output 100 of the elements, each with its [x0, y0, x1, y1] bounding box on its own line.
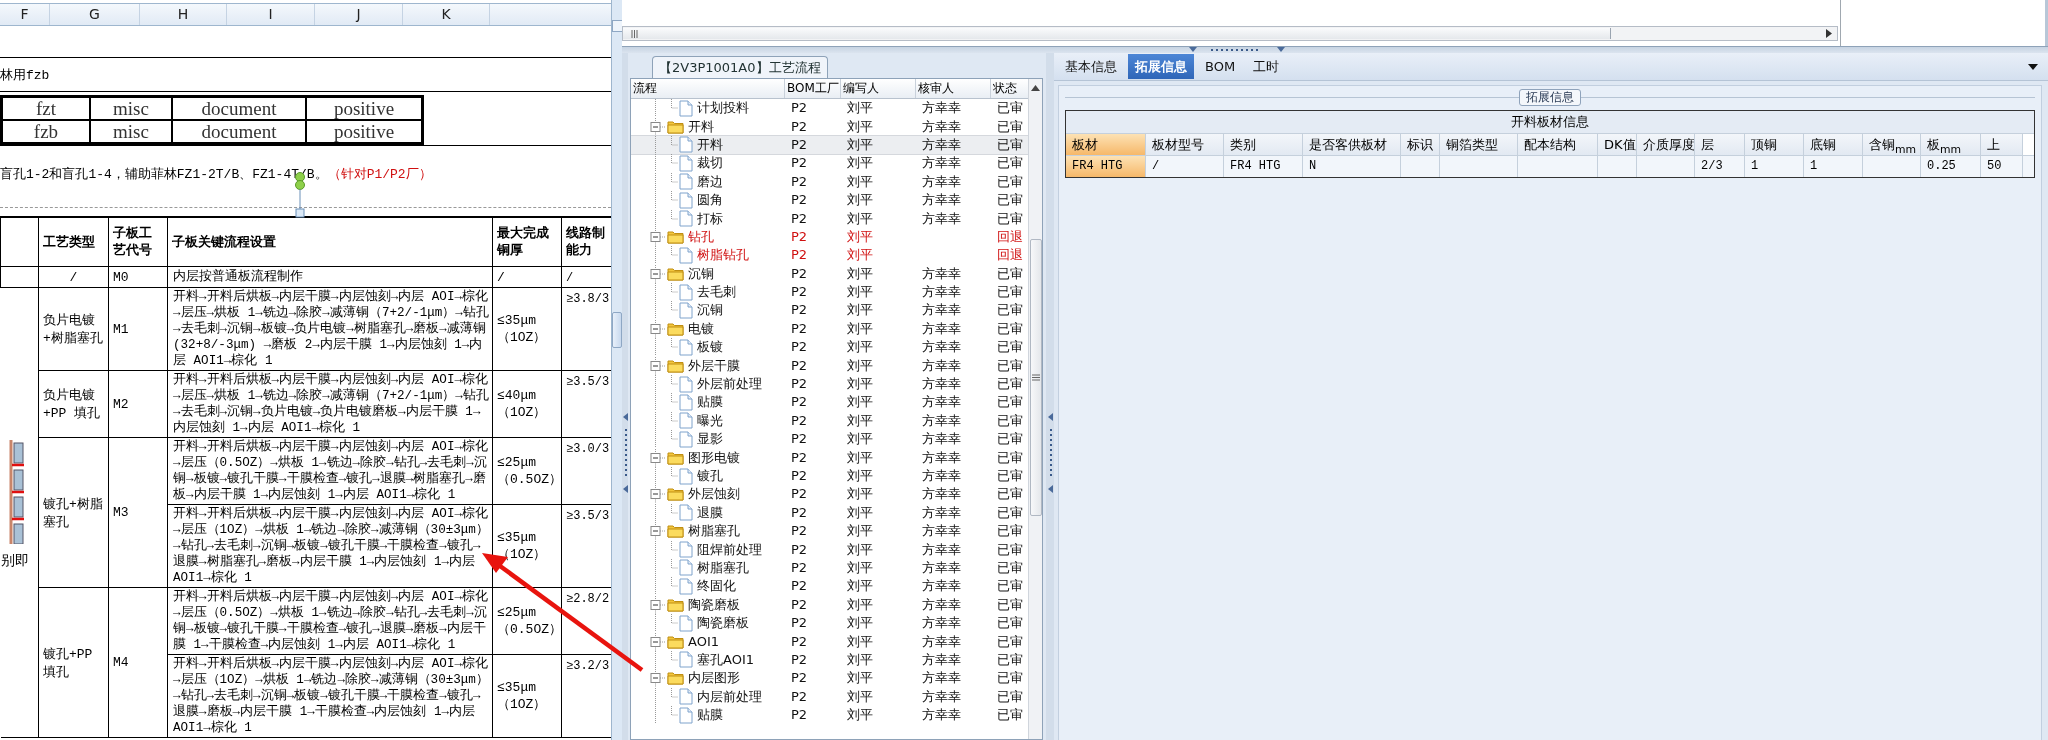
tree-item[interactable]: 内层图形 [688, 669, 740, 688]
column-header[interactable]: K [403, 4, 490, 25]
tree-item[interactable]: 阻焊前处理 [697, 540, 762, 559]
tree-item[interactable]: 曝光 [697, 411, 723, 430]
table-cell-text: 已审 [996, 577, 1024, 596]
column-header[interactable]: 底铜 [1804, 134, 1863, 155]
column-header[interactable]: 板材 [1066, 134, 1146, 155]
table-cell-text: 已审 [996, 356, 1024, 375]
table-cell-text: 刘平 [846, 135, 874, 154]
tab[interactable]: 基本信息 [1058, 54, 1124, 79]
table-row[interactable]: FR4 HTG / FR4 HTG N 2/3 1 1 0.25 50 [1066, 155, 2034, 177]
table-cell: / [38, 266, 109, 288]
tree-item[interactable]: 退膜 [697, 503, 723, 522]
tree-item[interactable]: 钻孔 [688, 227, 714, 246]
scrollbar[interactable] [611, 0, 622, 740]
cell-text: 林用fzb [0, 66, 50, 84]
file-icon [679, 577, 693, 595]
tree-item[interactable]: 沉铜 [688, 264, 714, 283]
folder-icon [667, 671, 684, 686]
tree-item[interactable]: 贴膜 [697, 706, 723, 725]
table-cell-text: 刘平 [846, 338, 874, 357]
tree-item[interactable]: 图形电镀 [688, 448, 740, 467]
tree-item[interactable]: 内层前处理 [697, 687, 762, 706]
tree-item[interactable]: 显影 [697, 430, 723, 449]
tree-item[interactable]: 贴膜 [697, 393, 723, 412]
note-text: 盲孔1-2和盲孔1-4，辅助菲林FZ1-2T/B、FZ1-4T/B。 [0, 166, 328, 183]
table-cell-text: 方幸幸 [921, 264, 962, 283]
table-cell-text: P2 [790, 503, 809, 522]
column-header[interactable]: 是否客供板材 [1303, 134, 1401, 155]
splitter-grip-icon[interactable] [1047, 413, 1053, 493]
splitter-grip-icon[interactable] [622, 413, 628, 493]
tree-item[interactable]: 开料 [697, 135, 723, 154]
column-header[interactable]: 板材型号 [1146, 134, 1224, 155]
tree-item[interactable]: 终固化 [697, 577, 736, 596]
tree-item[interactable]: 树脂钻孔 [697, 246, 749, 265]
tree-item[interactable]: 树脂塞孔 [697, 558, 749, 577]
tree-item[interactable]: 开料 [688, 117, 714, 136]
column-header[interactable]: 层 [1695, 134, 1745, 155]
column-header[interactable]: 配本结构 [1518, 134, 1598, 155]
column-header[interactable]: 含铜$_{mm}$ [1863, 134, 1921, 155]
column-header[interactable]: J [315, 4, 403, 25]
column-header[interactable]: 介质厚度 [1637, 134, 1695, 155]
tree-item[interactable]: 磨边 [697, 172, 723, 191]
table-cell-text: P2 [790, 540, 809, 559]
column-header[interactable]: 标识 [1401, 134, 1440, 155]
tree-item[interactable]: 计划投料 [697, 99, 749, 118]
tree-item[interactable]: 镀孔 [697, 467, 723, 485]
scrollbar[interactable] [1028, 79, 1042, 739]
tree-item[interactable]: 打标 [697, 209, 723, 228]
scrollbar[interactable] [622, 26, 1838, 41]
tree-item[interactable]: 沉铜 [697, 301, 723, 320]
tree-item[interactable]: 陶瓷磨板 [688, 595, 740, 614]
file-icon [679, 412, 693, 430]
column-header[interactable]: 顶铜 [1745, 134, 1804, 155]
tree-item[interactable]: 外层干膜 [688, 356, 740, 375]
table-cell-text: 已审 [996, 375, 1024, 394]
table-cell: M3 [108, 437, 168, 588]
tree-item[interactable]: 圆角 [697, 191, 723, 210]
right-arrow-icon[interactable] [1826, 29, 1832, 38]
column-header[interactable]: 类别 [1224, 134, 1303, 155]
column-header[interactable]: 核审人 [916, 79, 991, 98]
column-header[interactable]: BOM工厂 [785, 79, 841, 98]
column-header[interactable]: 铜箔类型 [1440, 134, 1518, 155]
tree-item[interactable]: 陶瓷磨板 [697, 614, 749, 633]
tree-item[interactable]: 电镀 [688, 319, 714, 338]
tree-item[interactable]: 塞孔AOI1 [697, 650, 754, 669]
column-header[interactable]: 流程 [631, 79, 785, 98]
table-cell-text: 方幸幸 [921, 319, 962, 338]
table-cell-text: 方幸幸 [921, 614, 962, 633]
column-header[interactable]: 编写人 [841, 79, 916, 98]
tree-item[interactable]: AOI1 [688, 632, 719, 651]
panel-tab[interactable]: 【2V3P1001A0】工艺流程 [652, 56, 828, 78]
column-header[interactable]: 上 [1981, 134, 2023, 155]
column-header[interactable]: H [140, 4, 227, 25]
column-header[interactable]: I [227, 4, 315, 25]
tree-item[interactable]: 外层前处理 [697, 375, 762, 394]
column-header[interactable]: 板$_{mm}$ [1921, 134, 1981, 155]
table-cell: document [172, 96, 306, 120]
tree-item[interactable]: 裁切 [697, 154, 723, 173]
table-cell-text: 刘平 [846, 227, 874, 246]
dropdown-arrow-icon[interactable] [2028, 63, 2038, 70]
tree-item[interactable]: 板镀 [697, 338, 723, 357]
file-icon [679, 302, 693, 319]
tree-item[interactable]: 外层蚀刻 [688, 485, 740, 504]
splitter-grip-icon[interactable] [1187, 47, 1287, 53]
tree-item[interactable]: 去毛刺 [697, 283, 736, 302]
table-cell-text: 刘平 [846, 99, 874, 118]
up-arrow-icon[interactable] [1031, 85, 1040, 91]
tab[interactable]: 工时 [1246, 54, 1287, 79]
tab[interactable]: BOM [1198, 54, 1243, 79]
table-cell-text: 刘平 [846, 577, 874, 596]
column-header[interactable]: G [50, 4, 140, 25]
tree-item[interactable]: 树脂塞孔 [688, 522, 740, 541]
column-header: 子板关键流程设置 [167, 217, 493, 267]
file-icon [679, 375, 693, 393]
column-header[interactable]: DK值 [1598, 134, 1637, 155]
column-header[interactable]: F [0, 4, 50, 25]
table-cell-text: 刘平 [846, 246, 874, 265]
tab[interactable]: 拓展信息 [1128, 54, 1194, 79]
table-cell-text: 已审 [996, 650, 1024, 669]
